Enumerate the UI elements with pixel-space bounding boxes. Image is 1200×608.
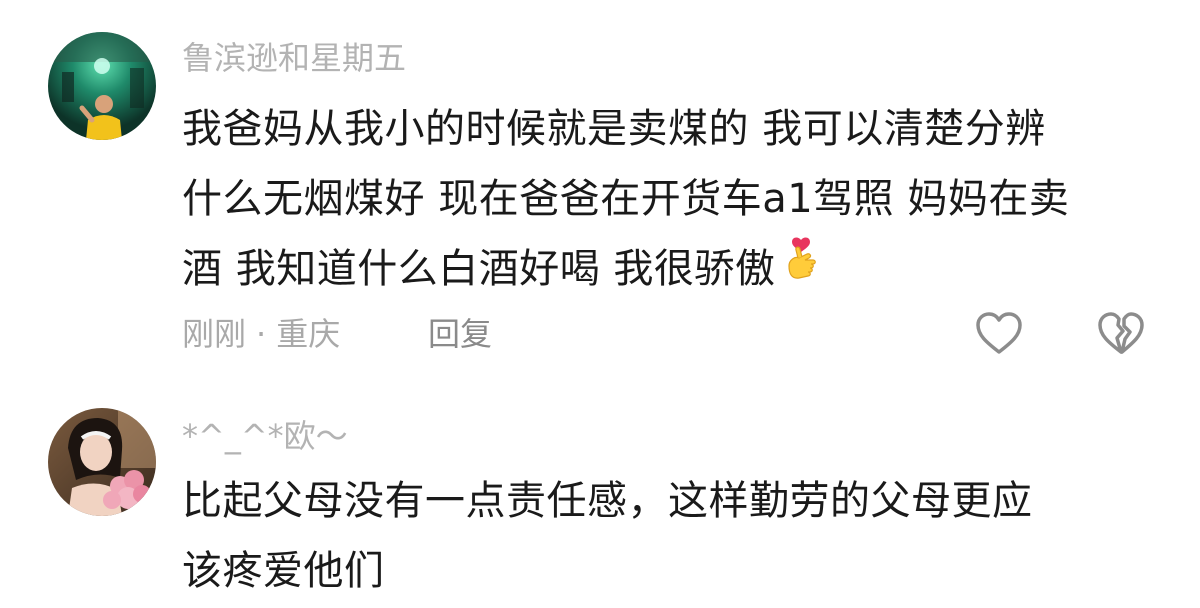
- avatar[interactable]: [48, 32, 156, 140]
- meta-separator: ·: [256, 315, 267, 353]
- broken-heart-icon[interactable]: [1096, 310, 1146, 358]
- comment-list: 鲁滨逊和星期五 我爸妈从我小的时候就是卖煤的 我可以清楚分辨 什么无烟煤好 现在…: [0, 0, 1200, 608]
- comment-item: 鲁滨逊和星期五 我爸妈从我小的时候就是卖煤的 我可以清楚分辨 什么无烟煤好 现在…: [0, 0, 1200, 390]
- username[interactable]: *^_^*欧～: [182, 416, 348, 456]
- reply-button[interactable]: 回复: [428, 314, 492, 354]
- heart-hands-emoji-icon: [781, 236, 821, 288]
- comment-text-line: 酒 我知道什么白酒好喝 我很骄傲: [182, 234, 1162, 304]
- comment-meta: 刚刚 · 重庆: [182, 314, 340, 354]
- comment-time: 刚刚: [182, 315, 247, 353]
- comment-text-line: 我爸妈从我小的时候就是卖煤的 我可以清楚分辨: [182, 106, 1046, 152]
- comment-text-line: 比起父母没有一点责任感，这样勤劳的父母更应: [182, 478, 1033, 524]
- comment-text-line: 什么无烟煤好 现在爸爸在开货车a1驾照 妈妈在卖: [182, 176, 1070, 222]
- comment-item: *^_^*欧～ 比起父母没有一点责任感，这样勤劳的父母更应 该疼爱他们: [0, 390, 1200, 608]
- comment-text: 比起父母没有一点责任感，这样勤劳的父母更应 该疼爱他们: [182, 466, 1162, 606]
- avatar[interactable]: [48, 408, 156, 516]
- heart-outline-icon[interactable]: [974, 310, 1024, 358]
- comment-text: 我爸妈从我小的时候就是卖煤的 我可以清楚分辨 什么无烟煤好 现在爸爸在开货车a1…: [182, 94, 1162, 304]
- comment-text-line-content: 酒 我知道什么白酒好喝 我很骄傲: [182, 246, 776, 292]
- comment-text-line: 该疼爱他们: [182, 548, 385, 594]
- username[interactable]: 鲁滨逊和星期五: [182, 38, 406, 78]
- comment-location: 重庆: [276, 315, 341, 353]
